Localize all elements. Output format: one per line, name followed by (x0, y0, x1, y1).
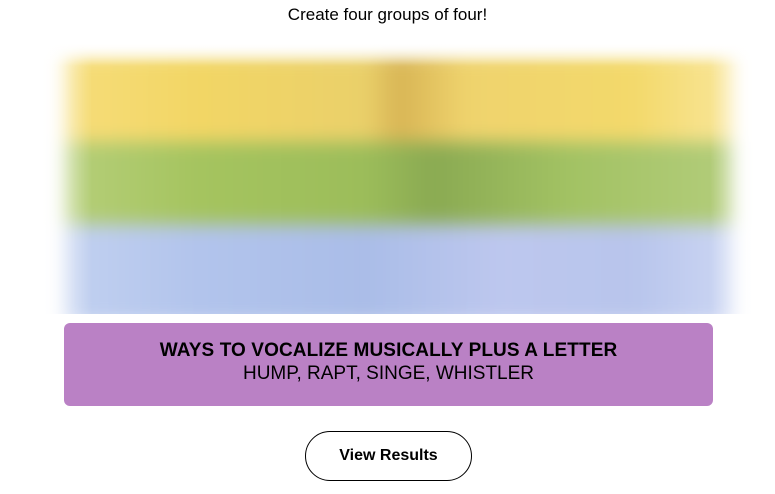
solved-group-purple: WAYS TO VOCALIZE MUSICALLY PLUS A LETTER… (64, 323, 713, 406)
connections-game-page: Create four groups of four! WAYS TO VOCA… (0, 0, 775, 494)
solved-group-members: HUMP, RAPT, SINGE, WHISTLER (242, 363, 535, 384)
blur-fade-top (32, 44, 760, 66)
instructions-text: Create four groups of four! (287, 5, 488, 24)
solved-group-title: WAYS TO VOCALIZE MUSICALLY PLUS A LETTER (159, 340, 618, 361)
blurred-solved-groups (32, 44, 760, 314)
blur-fade-left (32, 44, 92, 314)
view-results-button[interactable]: View Results (305, 431, 472, 481)
blurred-green-group (62, 142, 736, 224)
blurred-blue-group (62, 224, 736, 314)
blurred-yellow-group (62, 54, 736, 142)
blurred-bands (62, 54, 736, 314)
blur-fade-right (710, 44, 760, 314)
